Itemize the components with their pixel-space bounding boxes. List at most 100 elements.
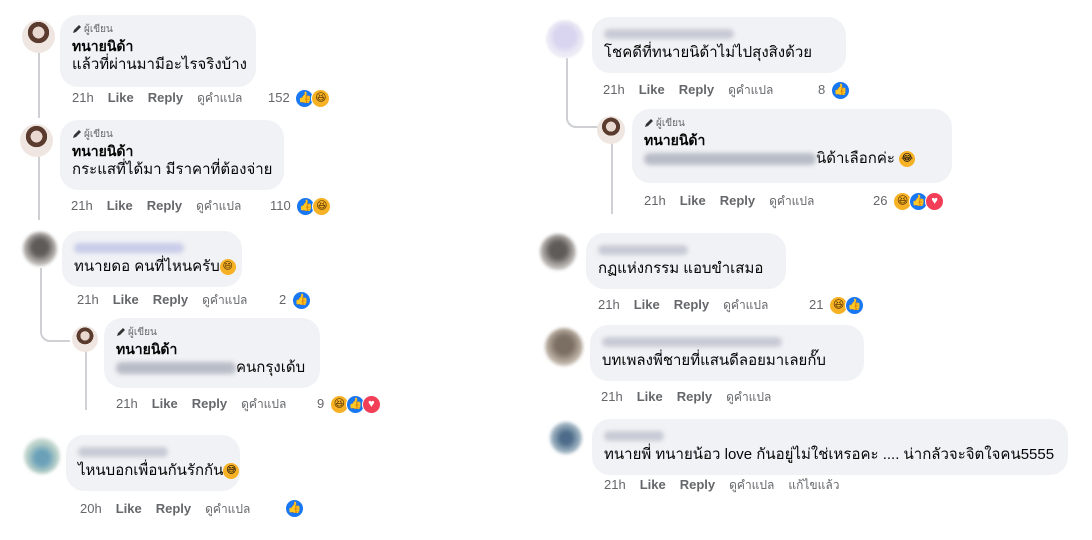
reaction-count: 26 (873, 193, 888, 208)
commenter-name[interactable]: ทนายนิด้า (116, 340, 308, 358)
reaction-summary[interactable]: 26 😆 👍 ♥ (873, 192, 945, 212)
like-button[interactable]: Like (113, 292, 139, 307)
reaction-summary[interactable]: 110 👍 😆 (270, 197, 332, 217)
reply-button[interactable]: Reply (677, 389, 712, 404)
comment-bubble: โชคดีที่ทนายนิด้าไม่ไปสุงสิงด้วย (592, 17, 846, 73)
reply-button[interactable]: Reply (720, 193, 755, 208)
comment-actions: 21h Like Reply ดูคำแปล (71, 197, 255, 215)
translate-link[interactable]: ดูคำแปล (723, 298, 768, 312)
author-badge: ผู้เขียน (72, 23, 244, 37)
comment-actions: 21h Like Reply ดูคำแปล (644, 192, 828, 210)
timestamp[interactable]: 21h (644, 193, 666, 208)
author-badge: ผู้เขียน (72, 128, 272, 142)
avatar[interactable] (72, 326, 98, 352)
translate-link[interactable]: ดูคำแปล (205, 502, 250, 516)
avatar[interactable] (20, 124, 53, 157)
reply-button[interactable]: Reply (674, 297, 709, 312)
comment-actions: 21h Like Reply ดูคำแปล (601, 388, 785, 406)
timestamp[interactable]: 21h (603, 82, 625, 97)
reply-button[interactable]: Reply (679, 82, 714, 97)
translate-link[interactable]: ดูคำแปล (197, 91, 242, 105)
timestamp[interactable]: 21h (601, 389, 623, 404)
translate-link[interactable]: ดูคำแปล (728, 83, 773, 97)
reaction-count: 9 (317, 396, 325, 411)
like-button[interactable]: Like (107, 198, 133, 213)
like-button[interactable]: Like (680, 193, 706, 208)
translate-link[interactable]: ดูคำแปล (729, 478, 774, 492)
avatar[interactable] (546, 20, 584, 58)
avatar[interactable] (23, 232, 57, 266)
thread-line (40, 268, 42, 322)
commenter-name[interactable]: ทนายนิด้า (72, 37, 244, 55)
translate-link[interactable]: ดูคำแปล (196, 199, 241, 213)
timestamp[interactable]: 21h (71, 198, 93, 213)
reaction-summary[interactable]: 8 👍 (818, 81, 850, 101)
avatar[interactable] (597, 116, 625, 144)
commenter-name[interactable] (602, 333, 852, 347)
reaction-summary[interactable]: 2 👍 (279, 291, 311, 311)
translate-link[interactable]: ดูคำแปล (769, 194, 814, 208)
reply-button[interactable]: Reply (147, 198, 182, 213)
reply-connector (566, 108, 598, 128)
pencil-icon (645, 119, 653, 128)
commenter-name[interactable] (604, 25, 834, 39)
timestamp[interactable]: 21h (72, 90, 94, 105)
comment-actions: 21h Like Reply ดูคำแปล (116, 395, 300, 413)
translate-link[interactable]: ดูคำแปล (202, 293, 247, 307)
comment-text: บทเพลงพี่ชายที่แสนดีลอยมาเลยกั๊บ (602, 352, 826, 369)
reply-button[interactable]: Reply (156, 501, 191, 516)
avatar[interactable] (24, 438, 60, 474)
comment-text: ทนายพี่ ทนายน้อว love กันอยู่ไม่ใช่เหรอค… (604, 446, 1055, 463)
reply-button[interactable]: Reply (148, 90, 183, 105)
commenter-name[interactable]: ทนายนิด้า (644, 131, 940, 149)
reply-button[interactable]: Reply (153, 292, 188, 307)
thread-line (566, 58, 568, 112)
like-icon: 👍 (830, 81, 850, 101)
pencil-icon (73, 130, 81, 139)
commenter-name[interactable] (78, 443, 228, 457)
like-button[interactable]: Like (634, 297, 660, 312)
like-button[interactable]: Like (152, 396, 178, 411)
commenter-name[interactable] (604, 427, 1056, 441)
timestamp[interactable]: 21h (604, 477, 626, 492)
like-button[interactable]: Like (639, 82, 665, 97)
timestamp[interactable]: 21h (116, 396, 138, 411)
reaction-summary[interactable]: 9 😆 👍 ♥ (317, 395, 381, 415)
comment-text: ทนายดอ คนที่ไหนครับ 😄 (74, 257, 236, 277)
translate-link[interactable]: ดูคำแปล (726, 390, 771, 404)
reply-button[interactable]: Reply (680, 477, 715, 492)
love-icon: ♥ (925, 192, 945, 212)
comment-text: กระแสที่ได้มา มีราคาที่ต้องจ่าย (72, 161, 273, 178)
comment-actions: 20h Like Reply ดูคำแปล (80, 500, 264, 518)
laughing-emoji-icon: 😂 (899, 151, 916, 168)
translate-link[interactable]: ดูคำแปล (241, 397, 286, 411)
reaction-count: 21 (809, 297, 824, 312)
like-button[interactable]: Like (640, 477, 666, 492)
love-icon: ♥ (361, 395, 381, 415)
timestamp[interactable]: 21h (77, 292, 99, 307)
timestamp[interactable]: 21h (598, 297, 620, 312)
like-button[interactable]: Like (116, 501, 142, 516)
avatar[interactable] (22, 20, 55, 53)
thread-line (85, 350, 87, 410)
reaction-summary[interactable]: 👍 (285, 499, 304, 519)
avatar[interactable] (545, 328, 583, 366)
reaction-summary[interactable]: 152 👍 😆 (268, 89, 331, 109)
thread-line (611, 140, 613, 214)
like-button[interactable]: Like (637, 389, 663, 404)
commenter-name[interactable]: ทนายนิด้า (72, 142, 272, 160)
comment-text: ไหนบอกเพื่อนกันรักกัน 😅 (78, 461, 240, 481)
like-button[interactable]: Like (108, 90, 134, 105)
reaction-count: 110 (270, 198, 291, 213)
timestamp[interactable]: 20h (80, 501, 102, 516)
comment-text: แล้วที่ผ่านมามีอะไรจริงบ้าง (72, 56, 247, 73)
reaction-summary[interactable]: 21 😆 👍 (809, 296, 865, 316)
avatar[interactable] (550, 422, 582, 454)
avatar[interactable] (540, 234, 576, 270)
thread-line (38, 156, 40, 220)
reply-button[interactable]: Reply (192, 396, 227, 411)
reply-bubble: ผู้เขียน ทนายนิด้า นิด้าเลือกค่ะ 😂 (632, 109, 952, 183)
commenter-name[interactable] (598, 241, 774, 255)
commenter-name[interactable] (74, 239, 230, 253)
comment-text: โชคดีที่ทนายนิด้าไม่ไปสุงสิงด้วย (604, 44, 813, 61)
